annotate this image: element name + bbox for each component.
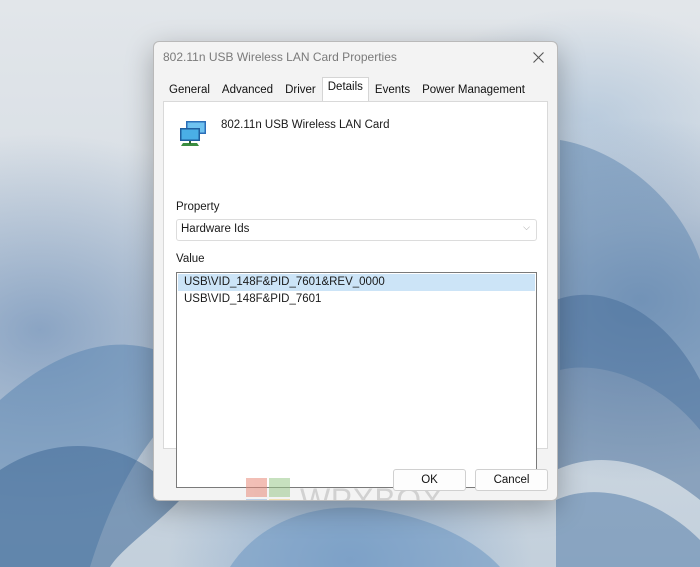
value-label: Value [176, 253, 205, 265]
properties-dialog: 802.11n USB Wireless LAN Card Properties… [153, 41, 558, 501]
chevron-down-icon: ⌵ [523, 223, 530, 233]
tab-advanced[interactable]: Advanced [216, 80, 279, 102]
close-button[interactable] [521, 42, 555, 72]
tab-power-management[interactable]: Power Management [416, 80, 531, 102]
list-item-hardware-id[interactable]: USB\VID_148F&PID_7601 [178, 291, 535, 308]
property-dropdown[interactable]: Hardware Ids ⌵ [176, 219, 537, 241]
network-adapter-icon [180, 121, 206, 146]
tab-general[interactable]: General [163, 80, 216, 102]
details-panel: 802.11n USB Wireless LAN Card Property H… [163, 101, 548, 500]
dialog-footer: OK Cancel [154, 447, 557, 500]
cancel-button[interactable]: Cancel [475, 469, 548, 491]
tab-details[interactable]: Details [321, 77, 369, 102]
close-icon [532, 51, 544, 63]
tab-events[interactable]: Events [369, 80, 416, 102]
tab-strip: General Advanced Driver Details Events P… [163, 77, 531, 102]
ok-button[interactable]: OK [393, 469, 466, 491]
property-label: Property [176, 201, 220, 213]
device-name: 802.11n USB Wireless LAN Card [221, 119, 390, 131]
tab-driver[interactable]: Driver [279, 80, 322, 102]
dialog-title: 802.11n USB Wireless LAN Card Properties [163, 50, 397, 64]
title-bar: 802.11n USB Wireless LAN Card Properties [154, 42, 557, 74]
property-selected-value: Hardware Ids [181, 223, 250, 235]
list-item-hardware-id[interactable]: USB\VID_148F&PID_7601&REV_0000 [178, 274, 535, 291]
